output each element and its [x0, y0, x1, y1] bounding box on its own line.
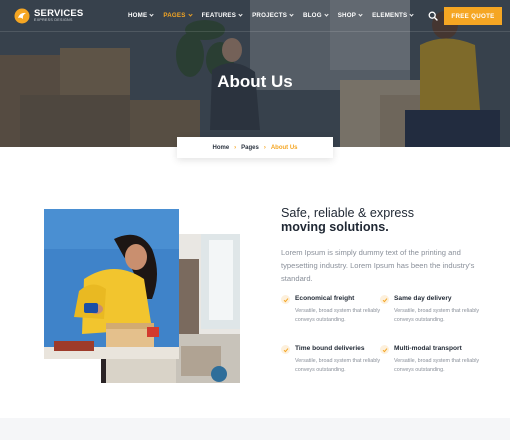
chevron-down-icon: [238, 12, 243, 17]
chevron-down-icon: [409, 12, 414, 17]
logo-text: SERVICES EXPRESS DESIGNS: [34, 9, 83, 23]
menu-item-label: BLOG: [303, 12, 322, 19]
free-quote-button[interactable]: FREE QUOTE: [444, 7, 502, 25]
breadcrumb: Home › Pages › About Us: [177, 137, 333, 158]
site-logo[interactable]: SERVICES EXPRESS DESIGNS: [14, 8, 83, 24]
section-heading-line-2: moving solutions.: [281, 220, 389, 234]
hero-banner: SERVICES EXPRESS DESIGNS HOME PAGES FEAT…: [0, 0, 510, 147]
check-icon: [281, 295, 290, 304]
breadcrumb-pages-link[interactable]: Pages: [241, 145, 259, 151]
menu-item-projects[interactable]: PROJECTS: [252, 12, 294, 19]
section-heading-line-1: Safe, reliable & express: [281, 206, 415, 220]
brand-name: SERVICES: [34, 7, 84, 19]
chevron-down-icon: [289, 12, 294, 17]
menu-item-pages[interactable]: PAGES: [163, 12, 193, 19]
menu-item-features[interactable]: FEATURES: [202, 12, 243, 19]
menu-item-home[interactable]: HOME: [128, 12, 154, 19]
chevron-right-icon: ›: [263, 144, 266, 151]
check-icon: [380, 295, 389, 304]
chevron-down-icon: [149, 12, 154, 17]
feature-description: Versatile, broad system that reliably co…: [394, 308, 480, 323]
feature-title: Time bound deliveries: [295, 345, 365, 352]
breadcrumb-home-link[interactable]: Home: [212, 145, 229, 151]
feature-description: Versatile, broad system that reliably co…: [295, 358, 381, 373]
chevron-down-icon: [187, 12, 193, 17]
page: SERVICES EXPRESS DESIGNS HOME PAGES FEAT…: [0, 0, 510, 440]
feature-description: Versatile, broad system that reliably co…: [394, 358, 480, 373]
feature-description: Versatile, broad system that reliably co…: [295, 308, 381, 323]
menu-item-blog[interactable]: BLOG: [303, 12, 329, 19]
brand-tagline: EXPRESS DESIGNS: [34, 18, 73, 23]
page-title: About Us: [217, 72, 293, 91]
feature-title: Same day delivery: [394, 295, 452, 302]
section-lead-text: Lorem Ipsum is simply dummy text of the …: [281, 248, 475, 283]
woman-packing-box-photo: [44, 209, 179, 359]
menu-item-label: SHOP: [337, 12, 357, 19]
menu-item-label: PAGES: [163, 12, 186, 19]
feature-title: Economical freight: [295, 295, 355, 302]
menu-item-label: PROJECTS: [252, 12, 288, 19]
chevron-down-icon: [324, 12, 329, 17]
menu-item-label: ELEMENTS: [372, 12, 408, 19]
breadcrumb-current: About Us: [270, 144, 298, 151]
chevron-down-icon: [358, 12, 363, 17]
menu-item-label: HOME: [128, 12, 148, 19]
menu-item-shop[interactable]: SHOP: [337, 12, 363, 19]
chevron-right-icon: ›: [234, 144, 237, 151]
check-icon: [380, 345, 389, 354]
search-icon[interactable]: [428, 11, 438, 21]
menu-item-label: FEATURES: [201, 12, 237, 19]
menu: HOME PAGES FEATURES PROJECTS BLOG SHOP E…: [128, 12, 423, 19]
menu-item-elements[interactable]: ELEMENTS: [372, 12, 414, 19]
feature-title: Multi-modal transport: [394, 345, 462, 352]
check-icon: [281, 345, 290, 354]
main-navigation: SERVICES EXPRESS DESIGNS HOME PAGES FEAT…: [0, 0, 510, 32]
next-section-strip: [0, 418, 510, 440]
logo-icon: [14, 8, 30, 24]
